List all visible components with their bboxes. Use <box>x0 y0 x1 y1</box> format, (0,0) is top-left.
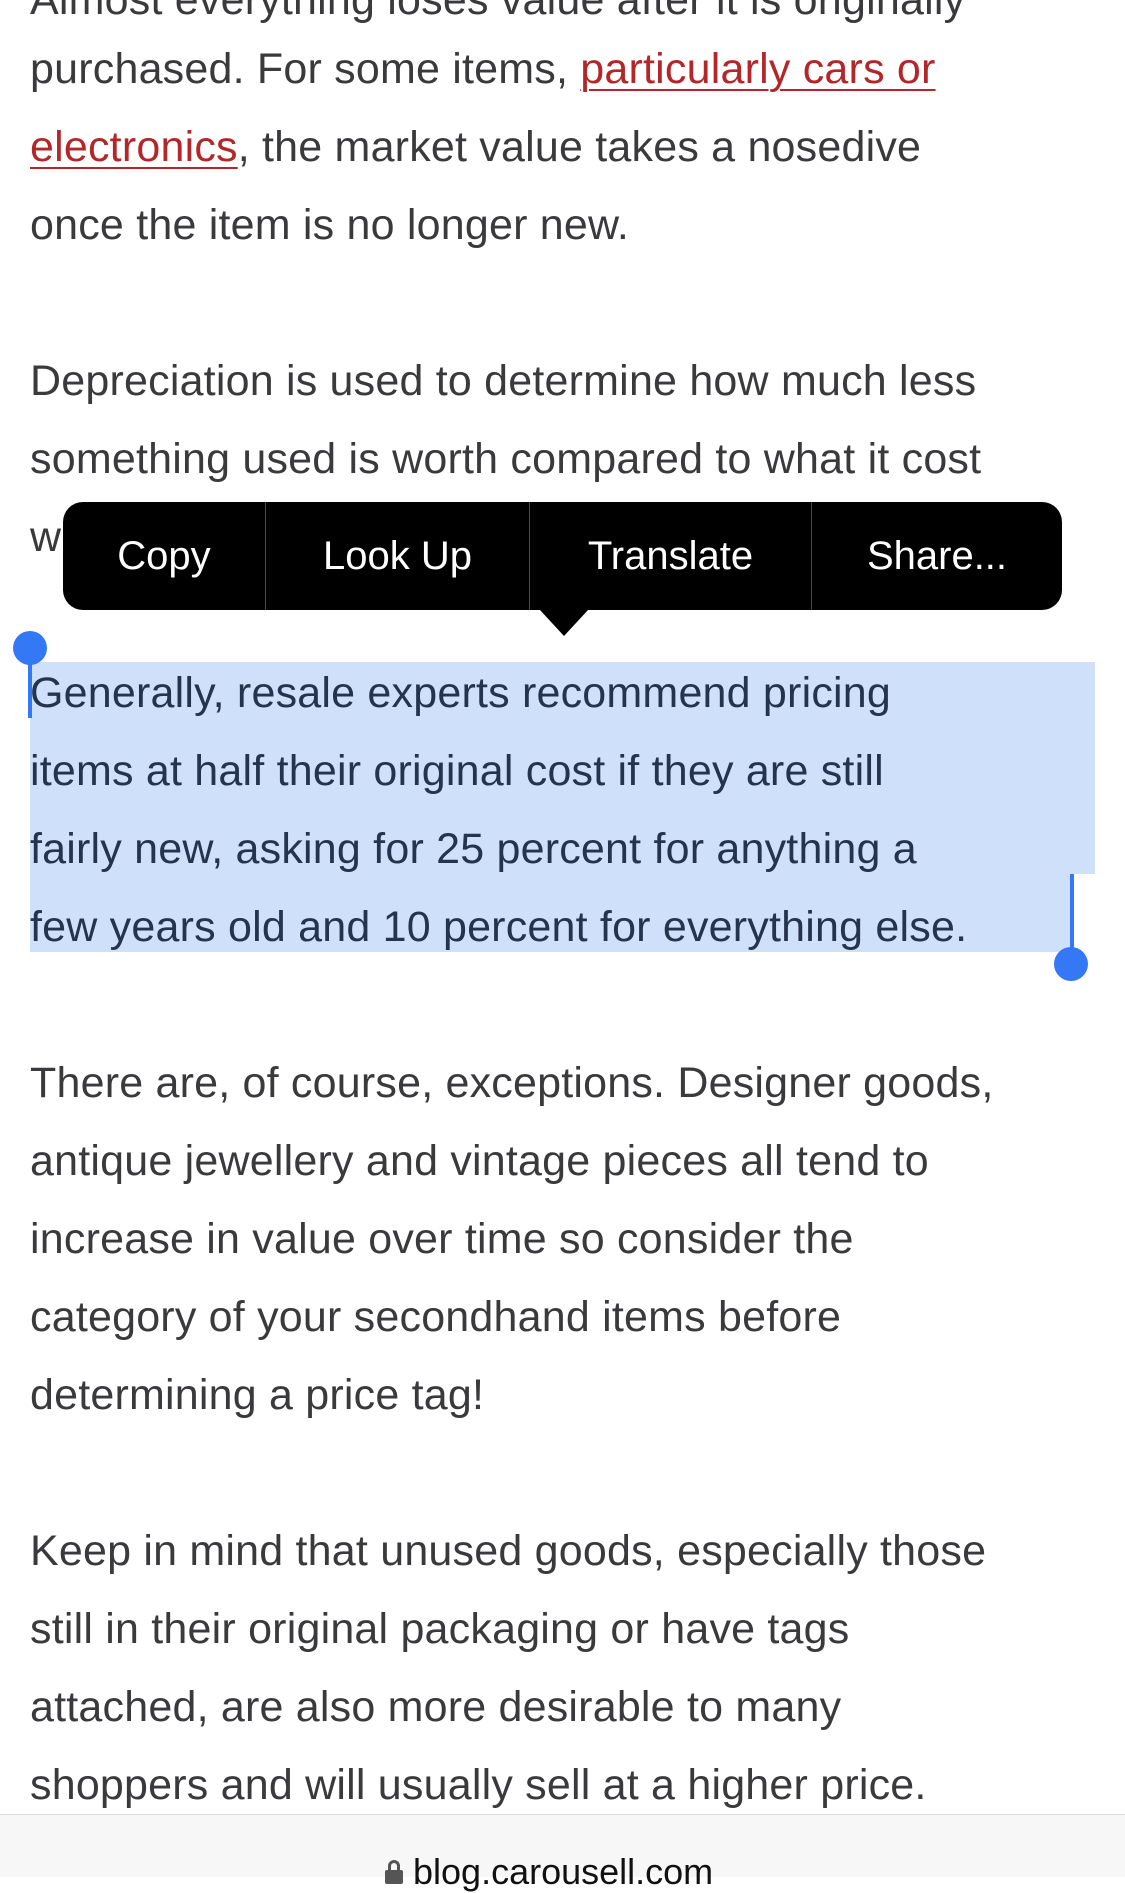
article-link[interactable]: electronics <box>30 123 238 171</box>
article-line: antique jewellery and vintage pieces all… <box>30 1137 929 1185</box>
article-line: There are, of course, exceptions. Design… <box>30 1059 994 1107</box>
article-line: determining a price tag! <box>30 1371 485 1419</box>
article-text: , the market value takes a nosedive <box>237 123 922 171</box>
share-menu-item[interactable]: Share... <box>811 502 1062 610</box>
article-line: Depreciation is used to determine how mu… <box>30 357 977 405</box>
copy-menu-item[interactable]: Copy <box>63 502 265 610</box>
article-line: something used is worth compared to what… <box>30 435 982 483</box>
text-edit-menu: Copy Look Up Translate Share... <box>63 502 1062 610</box>
article-line: once the item is no longer new. <box>30 201 630 249</box>
selection-end-caret <box>1070 874 1074 956</box>
article-line: w <box>30 513 62 561</box>
selected-line[interactable]: Generally, resale experts recommend pric… <box>30 654 891 732</box>
article-line: electronics, the market value takes a no… <box>30 108 921 186</box>
selected-line[interactable]: items at half their original cost if the… <box>30 732 884 810</box>
article-line: attached, are also more desirable to man… <box>30 1683 842 1731</box>
article-line: increase in value over time so consider … <box>30 1215 854 1263</box>
article-text: purchased. For some items, <box>30 45 581 93</box>
look-up-menu-item[interactable]: Look Up <box>265 502 529 610</box>
selected-line[interactable]: few years old and 10 percent for everyth… <box>30 888 967 966</box>
article-line: category of your secondhand items before <box>30 1293 842 1341</box>
translate-menu-item[interactable]: Translate <box>529 502 811 610</box>
menu-pointer-arrow <box>540 610 588 636</box>
selection-end-handle[interactable] <box>1054 947 1088 981</box>
selected-line[interactable]: fairly new, asking for 25 percent for an… <box>30 810 917 888</box>
article-line: Keep in mind that unused goods, especial… <box>30 1527 987 1575</box>
address-bar[interactable]: blog.carousell.com <box>0 1814 1125 1892</box>
article-line: purchased. For some items, particularly … <box>30 30 936 108</box>
article-line: shoppers and will usually sell at a high… <box>30 1761 927 1809</box>
article-link[interactable]: particularly cars or <box>580 45 935 93</box>
site-domain[interactable]: blog.carousell.com <box>413 1851 713 1893</box>
address-display[interactable]: blog.carousell.com <box>385 1851 713 1893</box>
article-line: still in their original packaging or hav… <box>30 1605 850 1653</box>
selection-start-caret <box>28 648 32 718</box>
lock-icon <box>385 1860 403 1884</box>
